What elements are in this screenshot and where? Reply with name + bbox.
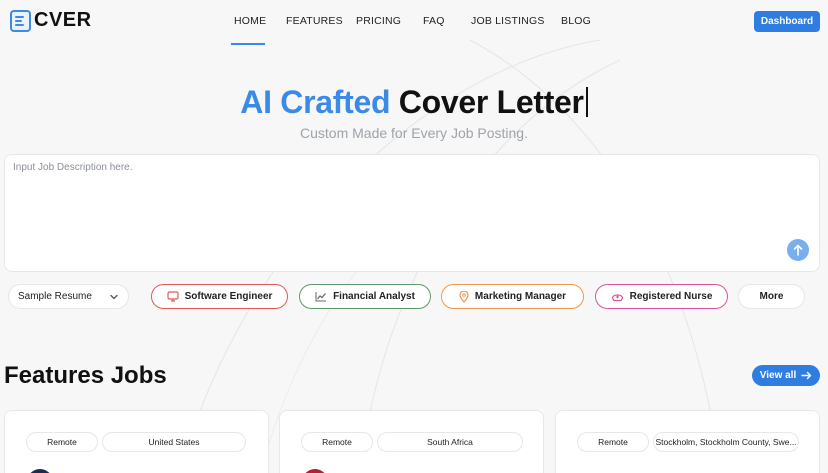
nav-job-listings[interactable]: JOB LISTINGS	[471, 15, 545, 27]
active-nav-indicator	[231, 43, 265, 45]
view-all-button[interactable]: View all	[752, 365, 820, 386]
dashboard-button[interactable]: Dashboard	[754, 11, 820, 32]
company-logo	[302, 469, 328, 473]
sample-resume-value: Sample Resume	[18, 291, 92, 302]
job-location-tag: Stockholm, Stockholm County, Swe...	[653, 432, 799, 452]
view-all-label: View all	[759, 370, 797, 381]
arrow-right-icon	[801, 371, 812, 380]
monitor-icon	[166, 291, 179, 302]
chip-registered-nurse[interactable]: Registered Nurse	[595, 284, 728, 309]
chevron-down-icon	[110, 294, 118, 300]
arrow-up-icon	[793, 244, 803, 256]
job-card[interactable]: Remote South Africa	[279, 410, 544, 473]
chip-marketing-manager[interactable]: Marketing Manager	[441, 284, 584, 309]
hero-title-accent: AI Crafted	[240, 84, 391, 120]
hero-subtitle: Custom Made for Every Job Posting.	[300, 125, 528, 141]
job-description-input[interactable]	[5, 155, 819, 271]
chart-line-icon	[315, 292, 327, 302]
job-location-tag: United States	[102, 432, 246, 452]
nav-faq[interactable]: FAQ	[423, 15, 445, 27]
sample-resume-select[interactable]: Sample Resume	[8, 284, 129, 309]
hero-title: AI Crafted Cover Letter	[0, 84, 828, 121]
submit-button[interactable]	[787, 239, 809, 261]
nav-home[interactable]: HOME	[234, 15, 266, 27]
nurse-cap-icon	[611, 293, 623, 301]
chip-financial-analyst[interactable]: Financial Analyst	[299, 284, 431, 309]
top-nav-bar: CVER HOME FEATURES PRICING FAQ JOB LISTI…	[0, 0, 828, 46]
chip-more[interactable]: More	[738, 284, 805, 309]
hero-title-rest: Cover Letter	[398, 84, 584, 120]
chip-label: Registered Nurse	[629, 291, 713, 302]
main-nav: HOME FEATURES PRICING FAQ JOB LISTINGS B…	[0, 15, 828, 35]
job-card[interactable]: Remote United States	[4, 410, 269, 473]
chip-label: Software Engineer	[184, 291, 273, 302]
nav-pricing[interactable]: PRICING	[356, 15, 401, 27]
job-card[interactable]: Remote Stockholm, Stockholm County, Swe.…	[555, 410, 820, 473]
job-description-box	[4, 154, 820, 272]
job-location-tag: South Africa	[377, 432, 523, 452]
section-title: Features Jobs	[4, 362, 167, 389]
chip-label: Financial Analyst	[333, 291, 415, 302]
chip-label: More	[759, 291, 784, 302]
job-type-tag: Remote	[26, 432, 98, 452]
nav-blog[interactable]: BLOG	[561, 15, 591, 27]
job-type-tag: Remote	[577, 432, 649, 452]
location-pin-icon	[459, 290, 469, 303]
nav-features[interactable]: FEATURES	[286, 15, 343, 27]
chip-label: Marketing Manager	[474, 291, 567, 302]
text-cursor	[585, 87, 588, 117]
chip-software-engineer[interactable]: Software Engineer	[151, 284, 288, 309]
job-type-tag: Remote	[301, 432, 373, 452]
company-logo	[27, 469, 53, 473]
